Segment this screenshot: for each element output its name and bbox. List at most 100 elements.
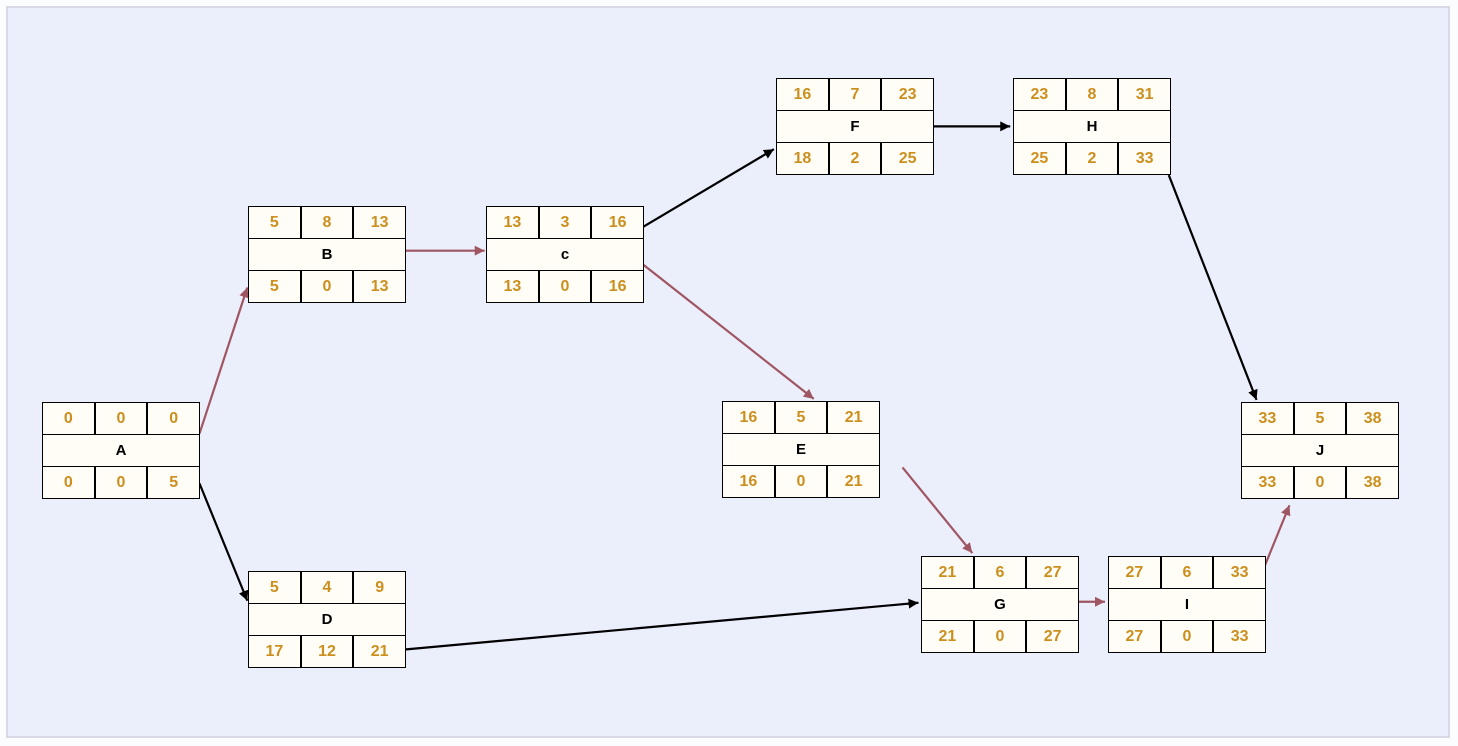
node-top-cell: 38: [1346, 402, 1399, 435]
node-label: A: [42, 435, 200, 466]
node-top-cell: 13: [353, 206, 406, 239]
node-top-row: 21627: [921, 556, 1079, 589]
node-top-cell: 9: [353, 571, 406, 604]
activity-node-B: 5813B5013: [248, 206, 406, 303]
node-top-cell: 5: [248, 206, 301, 239]
node-bottom-cell: 13: [353, 270, 406, 303]
node-top-cell: 0: [95, 402, 148, 435]
node-bottom-cell: 27: [1026, 620, 1079, 653]
node-label: J: [1241, 435, 1399, 466]
node-bottom-cell: 0: [974, 620, 1027, 653]
node-bottom-row: 005: [42, 466, 200, 499]
node-top-cell: 31: [1118, 78, 1171, 111]
node-bottom-row: 18225: [776, 142, 934, 175]
activity-node-F: 16723F18225: [776, 78, 934, 175]
node-top-cell: 33: [1241, 402, 1294, 435]
activity-node-E: 16521E16021: [722, 401, 880, 498]
node-label: D: [248, 604, 406, 635]
node-bottom-cell: 21: [353, 635, 406, 668]
node-label: G: [921, 589, 1079, 620]
node-top-cell: 23: [1013, 78, 1066, 111]
node-bottom-cell: 25: [881, 142, 934, 175]
node-bottom-cell: 27: [1108, 620, 1161, 653]
node-top-row: 23831: [1013, 78, 1171, 111]
node-label: H: [1013, 111, 1171, 142]
node-label: B: [248, 239, 406, 270]
node-bottom-cell: 2: [1066, 142, 1119, 175]
node-bottom-row: 171221: [248, 635, 406, 668]
node-bottom-row: 13016: [486, 270, 644, 303]
node-top-row: 16521: [722, 401, 880, 434]
node-top-cell: 8: [1066, 78, 1119, 111]
node-bottom-cell: 5: [248, 270, 301, 303]
node-top-row: 549: [248, 571, 406, 604]
node-bottom-cell: 38: [1346, 466, 1399, 499]
node-bottom-cell: 0: [95, 466, 148, 499]
node-bottom-row: 5013: [248, 270, 406, 303]
node-top-row: 000: [42, 402, 200, 435]
node-bottom-cell: 33: [1213, 620, 1266, 653]
activity-node-D: 549D171221: [248, 571, 406, 668]
node-top-row: 27633: [1108, 556, 1266, 589]
node-bottom-row: 16021: [722, 465, 880, 498]
node-bottom-cell: 16: [591, 270, 644, 303]
node-top-cell: 21: [921, 556, 974, 589]
node-top-row: 16723: [776, 78, 934, 111]
node-bottom-cell: 0: [1161, 620, 1214, 653]
activity-node-C: 13316c13016: [486, 206, 644, 303]
node-bottom-row: 33038: [1241, 466, 1399, 499]
node-bottom-cell: 21: [827, 465, 880, 498]
node-label: F: [776, 111, 934, 142]
node-bottom-cell: 5: [147, 466, 200, 499]
node-top-cell: 16: [776, 78, 829, 111]
node-bottom-cell: 0: [775, 465, 828, 498]
node-top-cell: 8: [301, 206, 354, 239]
node-top-cell: 3: [539, 206, 592, 239]
node-top-cell: 6: [974, 556, 1027, 589]
node-bottom-cell: 17: [248, 635, 301, 668]
node-top-cell: 23: [881, 78, 934, 111]
node-top-cell: 13: [486, 206, 539, 239]
node-top-row: 33538: [1241, 402, 1399, 435]
node-bottom-cell: 0: [1294, 466, 1347, 499]
node-bottom-cell: 2: [829, 142, 882, 175]
diagram-frame: 000A0055813B501313316c13016549D171221165…: [6, 6, 1450, 738]
node-label: c: [486, 239, 644, 270]
node-bottom-row: 25233: [1013, 142, 1171, 175]
node-bottom-cell: 33: [1118, 142, 1171, 175]
node-bottom-cell: 25: [1013, 142, 1066, 175]
activity-node-G: 21627G21027: [921, 556, 1079, 653]
node-top-cell: 16: [591, 206, 644, 239]
node-bottom-cell: 18: [776, 142, 829, 175]
node-top-cell: 27: [1108, 556, 1161, 589]
node-top-cell: 7: [829, 78, 882, 111]
node-top-cell: 0: [147, 402, 200, 435]
node-top-cell: 5: [248, 571, 301, 604]
activity-node-A: 000A005: [42, 402, 200, 499]
node-bottom-cell: 21: [921, 620, 974, 653]
activity-node-I: 27633I27033: [1108, 556, 1266, 653]
node-label: E: [722, 434, 880, 465]
node-label: I: [1108, 589, 1266, 620]
node-bottom-cell: 33: [1241, 466, 1294, 499]
node-top-cell: 4: [301, 571, 354, 604]
node-bottom-cell: 12: [301, 635, 354, 668]
node-top-cell: 5: [775, 401, 828, 434]
node-top-row: 13316: [486, 206, 644, 239]
activity-node-J: 33538J33038: [1241, 402, 1399, 499]
node-bottom-cell: 0: [301, 270, 354, 303]
node-bottom-row: 27033: [1108, 620, 1266, 653]
node-bottom-row: 21027: [921, 620, 1079, 653]
node-top-cell: 27: [1026, 556, 1079, 589]
node-bottom-cell: 0: [539, 270, 592, 303]
node-bottom-cell: 16: [722, 465, 775, 498]
node-top-cell: 33: [1213, 556, 1266, 589]
node-bottom-cell: 13: [486, 270, 539, 303]
node-top-cell: 5: [1294, 402, 1347, 435]
node-top-cell: 6: [1161, 556, 1214, 589]
node-top-cell: 21: [827, 401, 880, 434]
node-top-cell: 0: [42, 402, 95, 435]
node-top-cell: 16: [722, 401, 775, 434]
node-top-row: 5813: [248, 206, 406, 239]
activity-node-H: 23831H25233: [1013, 78, 1171, 175]
